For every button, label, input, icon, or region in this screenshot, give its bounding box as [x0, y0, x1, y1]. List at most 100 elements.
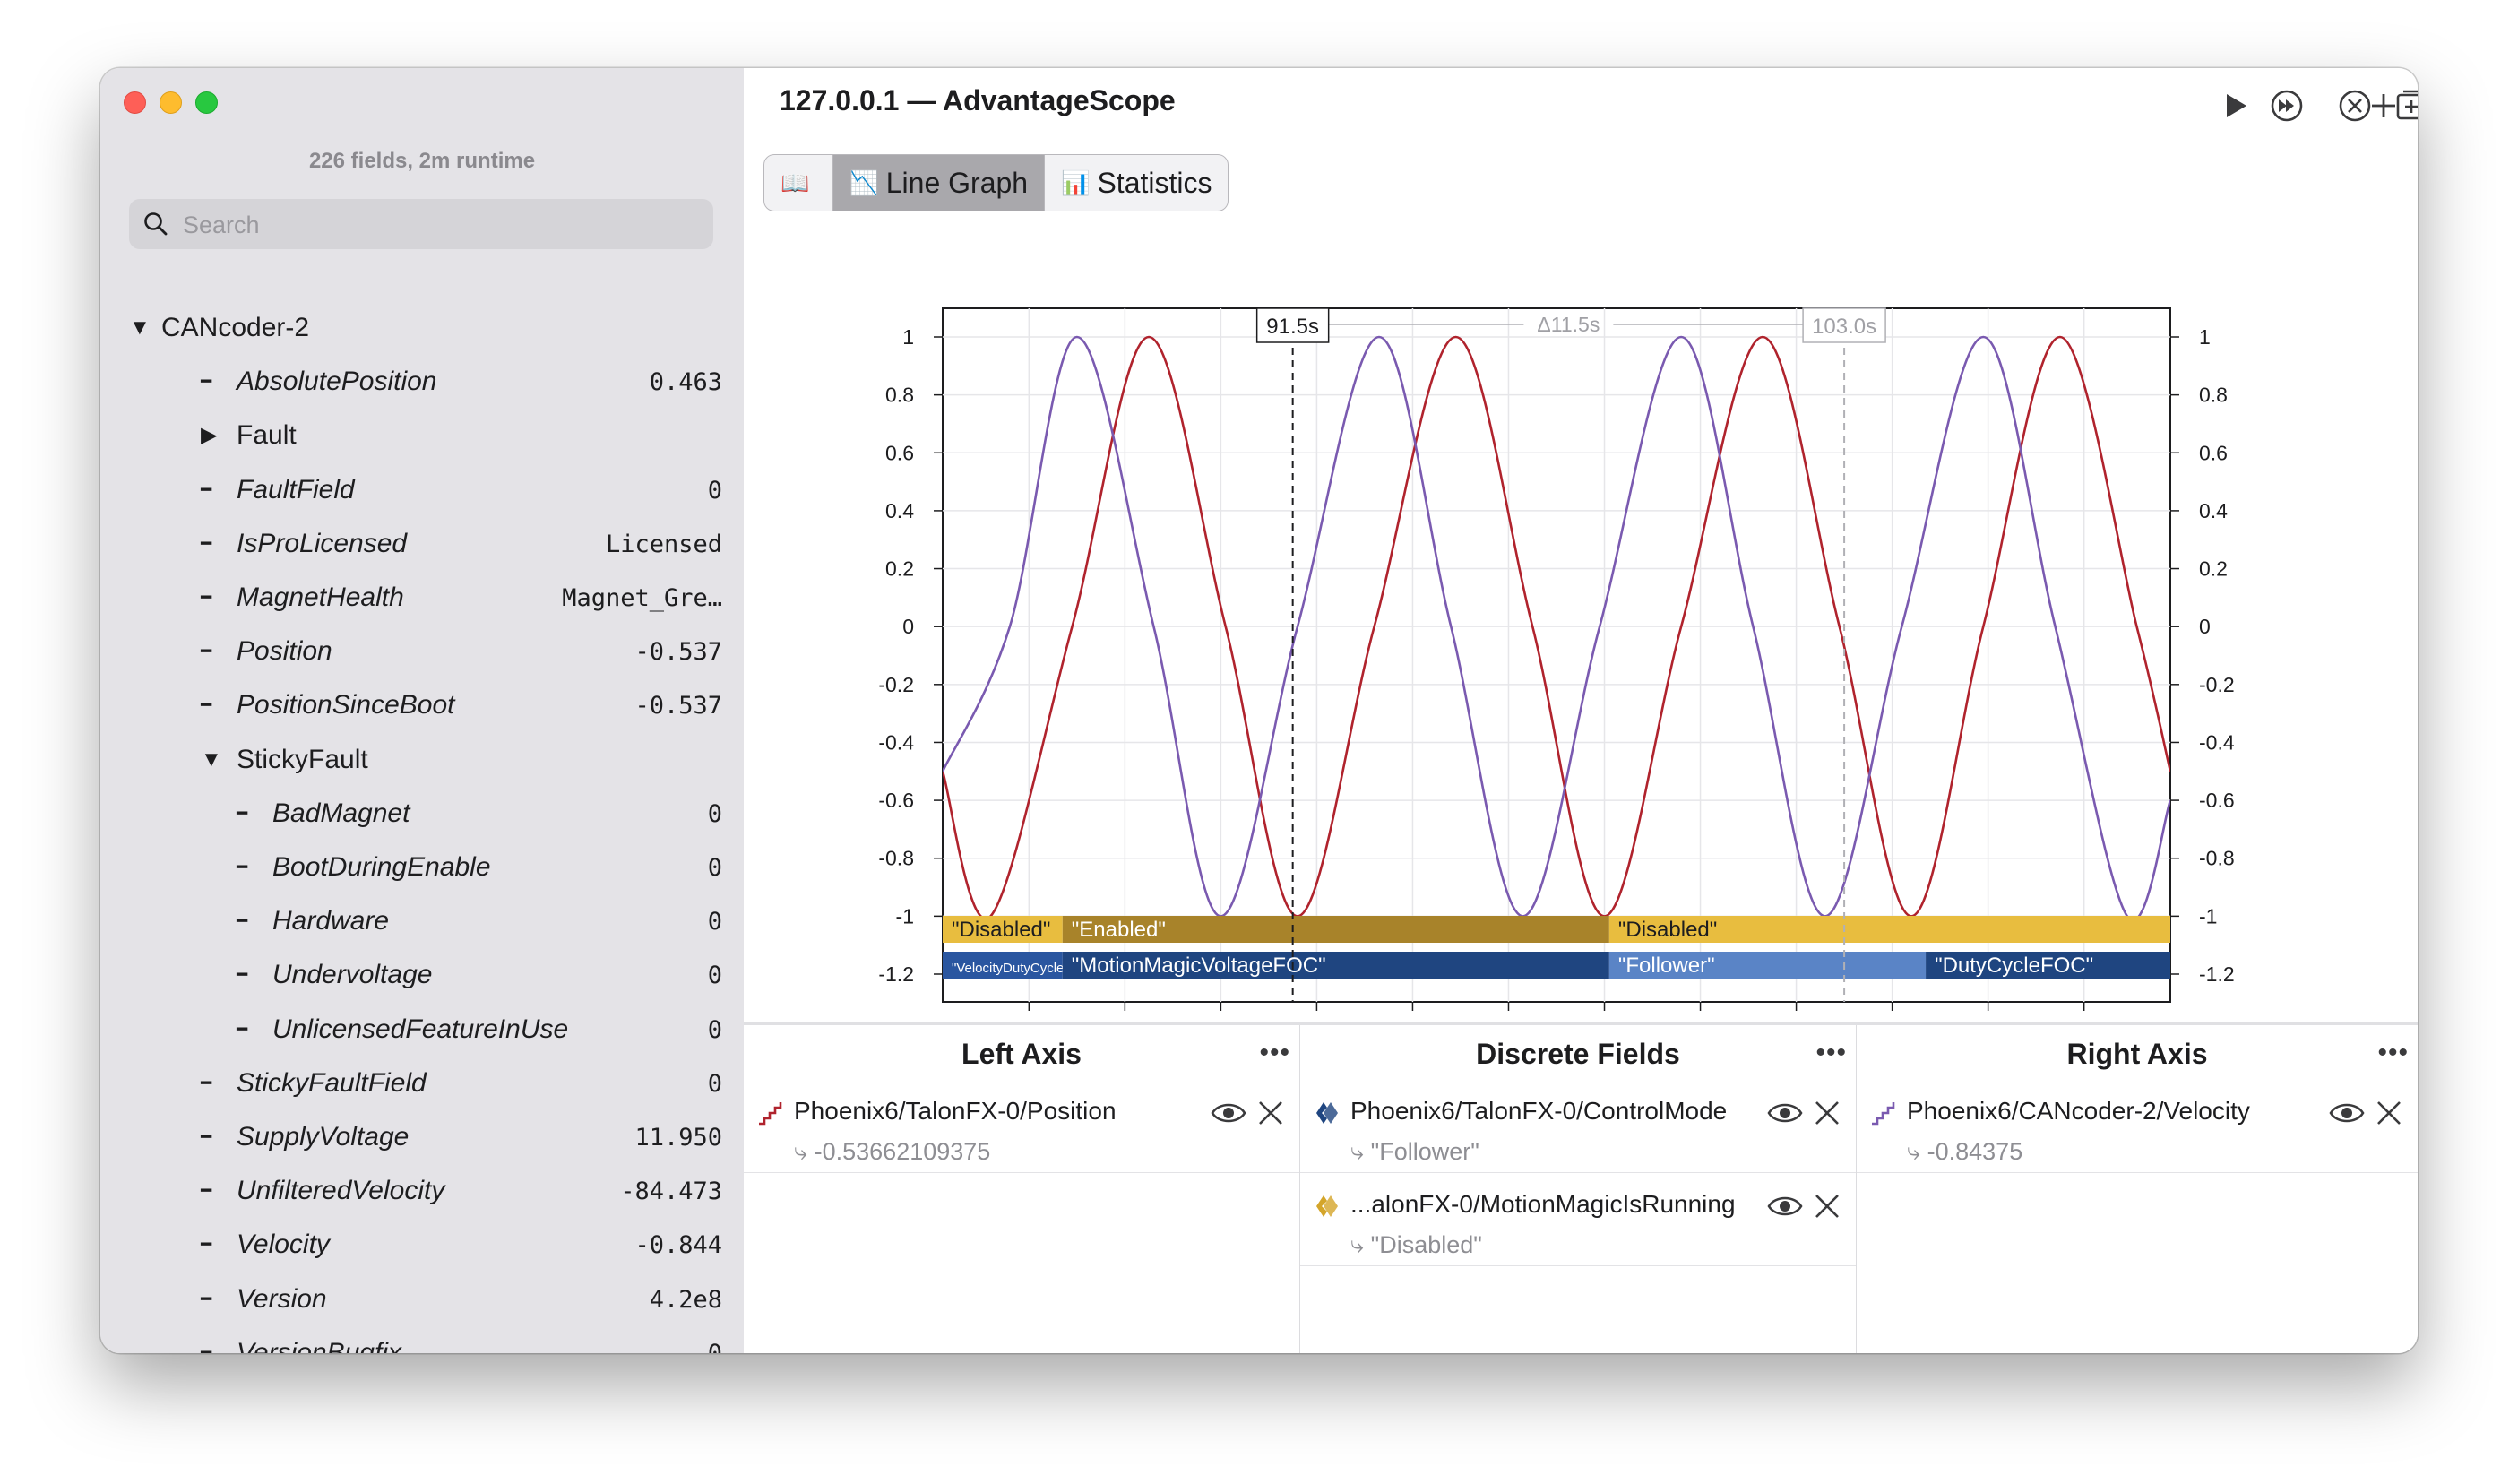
tree-row-versionbugfix[interactable]: ━ VersionBugfix 0	[100, 1326, 744, 1353]
right-y-tick-label: -0.8	[2199, 847, 2235, 870]
tree-row-label: UnfilteredVelocity	[237, 1176, 445, 1206]
panel-title: Right Axis	[2066, 1038, 2208, 1070]
tab-line-graph-label: Line Graph	[885, 166, 1029, 199]
tree-row-positionsinceboot[interactable]: ━ PositionSinceBoot -0.537	[100, 678, 744, 732]
tree-row-magnethealth[interactable]: ━ MagnetHealth Magnet_Gre…	[100, 571, 744, 625]
eye-icon[interactable]	[1210, 1097, 1247, 1129]
tab-statistics-label: Statistics	[1097, 166, 1212, 199]
add-tab-button[interactable]	[2362, 84, 2405, 127]
tree-row-faultfield[interactable]: ━ FaultField 0	[100, 463, 744, 517]
minimize-window-button[interactable]	[160, 91, 182, 114]
close-window-button[interactable]	[124, 91, 146, 114]
right-y-tick-label: 0.2	[2199, 557, 2228, 581]
tree-row-label: StickyFault	[237, 744, 368, 774]
tab-line-graph[interactable]: 📉 Line Graph	[833, 155, 1046, 211]
tree-row-value: 4.2e8	[649, 1285, 722, 1314]
tree-row-value: Licensed	[605, 530, 722, 558]
left-y-tick-label: -0.6	[878, 789, 914, 812]
eye-icon[interactable]	[2328, 1097, 2366, 1129]
field-value: ⤷ "Disabled"	[1350, 1231, 1482, 1258]
remove-field-icon[interactable]	[1255, 1097, 1287, 1129]
more-options-icon[interactable]: •••	[2377, 1038, 2409, 1068]
right-axis-panel: Right Axis ••• Phoenix6/CANcoder-2/Velocit…	[1857, 1025, 2418, 1353]
field-row[interactable]: ...alonFX-0/MotionMagicIsRunning ⤷ "Disab…	[1300, 1176, 1856, 1266]
plot-area[interactable]	[942, 307, 2171, 1003]
field-row[interactable]: Phoenix6/CANcoder-2/Velocity ⤷ -0.84375	[1857, 1083, 2418, 1173]
tree-row-value: -84.473	[620, 1178, 722, 1206]
tree-row-velocity[interactable]: ━ Velocity -0.844	[100, 1218, 744, 1272]
delta-label: Δ11.5s	[1537, 313, 1600, 336]
left-y-tick-label: -0.2	[878, 673, 914, 696]
tree-row-label: FaultField	[237, 474, 355, 505]
tree-row-isprolicensed[interactable]: ━ IsProLicensed Licensed	[100, 517, 744, 571]
app-window: 226 fields, 2m runtime ▼ CANcoder-2 ━ Absol…	[100, 68, 2418, 1353]
play-realtime-button[interactable]	[2265, 84, 2308, 127]
play-button[interactable]	[2213, 84, 2256, 127]
tree-row-stickyfaultfield[interactable]: ━ StickyFaultField 0	[100, 1057, 744, 1110]
play-realtime-icon	[2271, 90, 2303, 122]
line-graph[interactable]: 1 1 0.8 0.8 0.6 0.6 0.4 0.4 0.2 0.2 0 0 -0.2 -0.2 -0.4…	[744, 229, 2418, 1054]
tree-row-value: Magnet_Gre…	[562, 584, 722, 612]
disclosure-expanded-icon[interactable]: ▼	[201, 733, 222, 787]
discrete-field-icon	[1316, 1195, 1338, 1217]
tree-row-unlicensedfeatureinuse[interactable]: ━ UnlicensedFeatureInUse 0	[100, 1003, 744, 1057]
field-value: ⤷ -0.84375	[1907, 1138, 2023, 1165]
tree-row-cancoder-2[interactable]: ▼ CANcoder-2	[100, 301, 744, 355]
field-name: Phoenix6/TalonFX-0/Position	[794, 1097, 1117, 1125]
tree-row-value: 0	[707, 1015, 722, 1044]
tree-row-label: Undervoltage	[272, 960, 433, 990]
search-input[interactable]	[181, 199, 695, 251]
book-icon: 📖	[780, 168, 810, 196]
more-options-icon[interactable]: •••	[1259, 1038, 1290, 1068]
tree-row-label: IsProLicensed	[237, 528, 408, 558]
tree-row-label: CANcoder-2	[161, 313, 310, 342]
right-y-tick-label: -0.4	[2199, 730, 2235, 754]
left-y-tick-label: 0.2	[885, 557, 914, 581]
selection-label: 103.0s	[1812, 315, 1876, 339]
disclosure-expanded-icon[interactable]: ▼	[129, 301, 151, 355]
tree-row-supplyvoltage[interactable]: ━ SupplyVoltage 11.950	[100, 1110, 744, 1164]
tree-row-undervoltage[interactable]: ━ Undervoltage 0	[100, 948, 744, 1002]
eye-icon[interactable]	[1766, 1097, 1804, 1129]
tree-row-absoluteposition[interactable]: ━ AbsolutePosition 0.463	[100, 355, 744, 409]
field-row[interactable]: Phoenix6/TalonFX-0/ControlMode ⤷ "Followe…	[1300, 1083, 1856, 1173]
left-y-tick-label: -0.8	[878, 847, 914, 870]
tree-row-value: -0.844	[634, 1231, 722, 1260]
panel-title: Discrete Fields	[1476, 1038, 1680, 1070]
left-y-tick-label: 0.4	[885, 499, 914, 522]
tree-row-label: BootDuringEnable	[272, 852, 491, 882]
tree-row-value: 0.463	[649, 368, 722, 397]
zoom-window-button[interactable]	[195, 91, 218, 114]
step-line-icon	[759, 1102, 782, 1126]
field-name: Phoenix6/CANcoder-2/Velocity	[1907, 1097, 2250, 1125]
tree-row-position[interactable]: ━ Position -0.537	[100, 625, 744, 678]
tree-row-fault[interactable]: ▶ Fault	[100, 409, 744, 462]
remove-field-icon[interactable]	[1811, 1190, 1843, 1222]
tree-row-version[interactable]: ━ Version 4.2e8	[100, 1273, 744, 1326]
tree-row-badmagnet[interactable]: ━ BadMagnet 0	[100, 787, 744, 841]
disclosure-collapsed-icon[interactable]: ▶	[201, 409, 217, 462]
remove-field-icon[interactable]	[2373, 1097, 2405, 1129]
tree-row-unfilteredvelocity[interactable]: ━ UnfilteredVelocity -84.473	[100, 1164, 744, 1218]
more-options-icon[interactable]: •••	[1815, 1038, 1847, 1068]
tab-docs[interactable]: 📖	[764, 155, 834, 211]
right-y-tick-label: -1	[2199, 904, 2217, 928]
left-y-tick-label: 0.6	[885, 441, 914, 464]
tree-row-hardware[interactable]: ━ Hardware 0	[100, 894, 744, 948]
tree-row-bootduringenable[interactable]: ━ BootDuringEnable 0	[100, 841, 744, 894]
search-box[interactable]	[129, 199, 713, 251]
field-row[interactable]: Phoenix6/TalonFX-0/Position ⤷ -0.53662109…	[744, 1083, 1299, 1173]
tree-row-value: -0.537	[634, 692, 722, 720]
right-y-tick-label: -0.2	[2199, 673, 2235, 696]
tree-row-label: Position	[237, 636, 332, 667]
play-icon	[2227, 94, 2246, 117]
axis-panels: Left Axis ••• Phoenix6/TalonFX-0/Position ⤷…	[744, 1022, 2418, 1353]
tab-statistics[interactable]: 📊 Statistics	[1045, 155, 1228, 211]
leaf-dash-icon: ━	[201, 1235, 212, 1255]
tree-row-value: -0.537	[634, 638, 722, 667]
tree-row-stickyfault[interactable]: ▼ StickyFault	[100, 733, 744, 787]
panel-title: Left Axis	[961, 1038, 1082, 1070]
remove-field-icon[interactable]	[1811, 1097, 1843, 1129]
discrete-segment-label: "Follower"	[1618, 953, 1715, 978]
eye-icon[interactable]	[1766, 1190, 1804, 1222]
